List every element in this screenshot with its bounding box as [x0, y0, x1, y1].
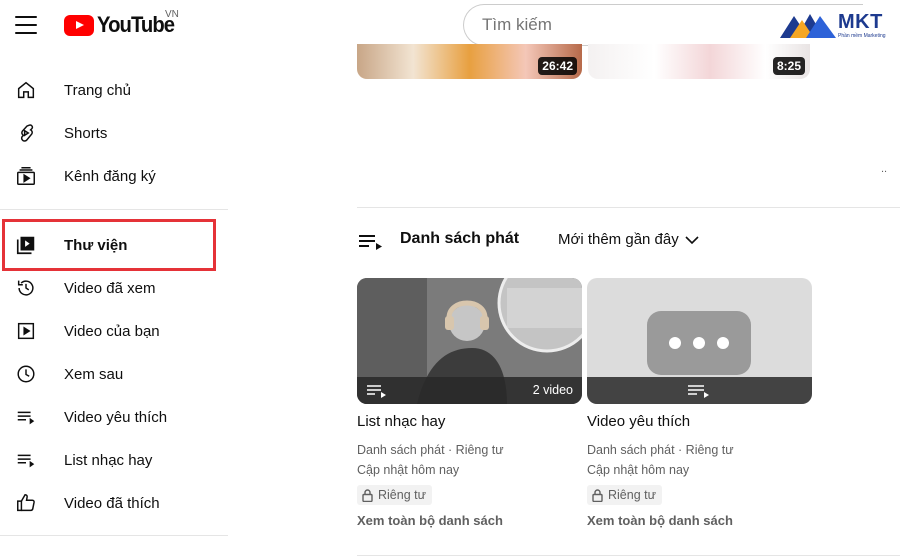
privacy-badge: Riêng tư — [357, 485, 432, 505]
sidebar-item-playlist-favorites[interactable]: Video yêu thích — [0, 396, 228, 438]
sort-dropdown[interactable]: Mới thêm gần đây — [558, 231, 699, 248]
video-duration: 26:42 — [538, 57, 577, 75]
sidebar-divider — [0, 535, 228, 536]
playlist-section-icon — [359, 235, 382, 250]
thumbnail-overlay-bar — [587, 377, 812, 404]
sidebar-divider — [0, 209, 228, 210]
video-thumbnail[interactable]: 8:25 — [588, 44, 810, 79]
sidebar-item-label: Video của bạn — [64, 322, 160, 340]
playlist-overlay-icon — [688, 385, 709, 398]
search-placeholder: Tìm kiếm — [482, 15, 552, 34]
sort-label: Mới thêm gần đây — [558, 231, 679, 248]
sidebar-item-playlist-music[interactable]: List nhạc hay — [0, 439, 228, 481]
sidebar-item-your-videos[interactable]: Video của bạn — [0, 310, 228, 352]
youtube-logo[interactable]: YouTube — [64, 12, 181, 38]
playlist-updated: Cập nhật hôm nay — [587, 463, 690, 477]
privacy-badge: Riêng tư — [587, 485, 662, 505]
subscriptions-icon — [14, 164, 38, 188]
playlist-icon — [14, 405, 38, 429]
history-icon — [14, 276, 38, 300]
playlist-thumbnail[interactable]: 2 video — [357, 278, 582, 404]
sidebar-item-subscriptions[interactable]: Kênh đăng ký — [0, 155, 228, 197]
playlist-thumbnail[interactable] — [587, 278, 812, 404]
playlist-meta: Danh sách phát · Riêng tư Cập nhật hôm n… — [587, 440, 812, 480]
playlist-title[interactable]: List nhạc hay — [357, 413, 582, 430]
view-full-playlist-link[interactable]: Xem toàn bộ danh sách — [357, 513, 582, 528]
hamburger-menu-icon[interactable] — [14, 14, 38, 36]
view-full-playlist-link[interactable]: Xem toàn bộ danh sách — [587, 513, 812, 528]
playlist-overlay-icon — [367, 385, 386, 398]
your-videos-icon — [14, 319, 38, 343]
sidebar-item-label: Video yêu thích — [64, 408, 168, 426]
sidebar-item-history[interactable]: Video đã xem — [0, 267, 228, 309]
highlight-annotation-box — [2, 219, 216, 271]
shorts-icon — [14, 121, 38, 145]
more-indicator: .. — [881, 163, 888, 175]
chevron-down-icon — [685, 235, 699, 244]
sidebar-item-label: Shorts — [64, 124, 108, 142]
mkt-logo-icon — [780, 14, 836, 38]
section-divider — [357, 555, 900, 556]
playlist-card[interactable]: 2 video List nhạc hay Danh sách phát · R… — [357, 278, 582, 528]
video-count: 2 video — [532, 383, 573, 397]
privacy-label: Riêng tư — [608, 488, 656, 502]
playlist-meta-line: Danh sách phát · Riêng tư — [357, 443, 504, 457]
sidebar-item-label: List nhạc hay — [64, 451, 153, 469]
playlist-meta-line: Danh sách phát · Riêng tư — [587, 443, 734, 457]
playlist-title[interactable]: Video yêu thích — [587, 413, 812, 430]
sidebar-item-label: Kênh đăng ký — [64, 167, 156, 185]
mkt-sub-text: Phần mềm Marketing — [838, 33, 886, 39]
playlist-card[interactable]: Video yêu thích Danh sách phát · Riêng t… — [587, 278, 812, 528]
sidebar-item-shorts[interactable]: Shorts — [0, 112, 228, 154]
section-divider — [357, 207, 900, 208]
lock-icon — [362, 488, 373, 502]
mkt-brand-text: MKT — [838, 11, 883, 33]
watch-later-icon — [14, 362, 38, 386]
sidebar-item-home[interactable]: Trang chủ — [0, 69, 228, 111]
sidebar-item-label: Video đã thích — [64, 494, 160, 512]
country-code: VN — [165, 9, 179, 20]
video-duration: 8:25 — [772, 57, 805, 75]
thumbnail-overlay-bar: 2 video — [357, 377, 582, 404]
playlist-icon — [14, 448, 38, 472]
sidebar-item-label: Video đã xem — [64, 279, 156, 297]
playlists-section-title: Danh sách phát — [400, 230, 520, 247]
lock-icon — [592, 488, 603, 502]
sidebar-item-label: Trang chủ — [64, 81, 131, 99]
playlist-updated: Cập nhật hôm nay — [357, 463, 460, 477]
logo-text: YouTube — [97, 12, 175, 37]
mkt-watermark: MKT Phần mềm Marketing — [776, 8, 900, 46]
privacy-label: Riêng tư — [378, 488, 426, 502]
sidebar-item-liked-videos[interactable]: Video đã thích — [0, 482, 228, 524]
playlist-meta: Danh sách phát · Riêng tư Cập nhật hôm n… — [357, 440, 582, 480]
home-icon — [14, 78, 38, 102]
placeholder-ellipsis-icon — [647, 311, 751, 375]
sidebar-item-label: Xem sau — [64, 365, 124, 383]
like-icon — [14, 491, 38, 515]
youtube-library-page: YouTube VN Tìm kiếm MKT Phần mềm Marketi… — [0, 0, 900, 559]
sidebar-item-watch-later[interactable]: Xem sau — [0, 353, 228, 395]
video-thumbnail[interactable]: 26:42 — [357, 44, 582, 79]
youtube-play-icon — [64, 14, 94, 36]
